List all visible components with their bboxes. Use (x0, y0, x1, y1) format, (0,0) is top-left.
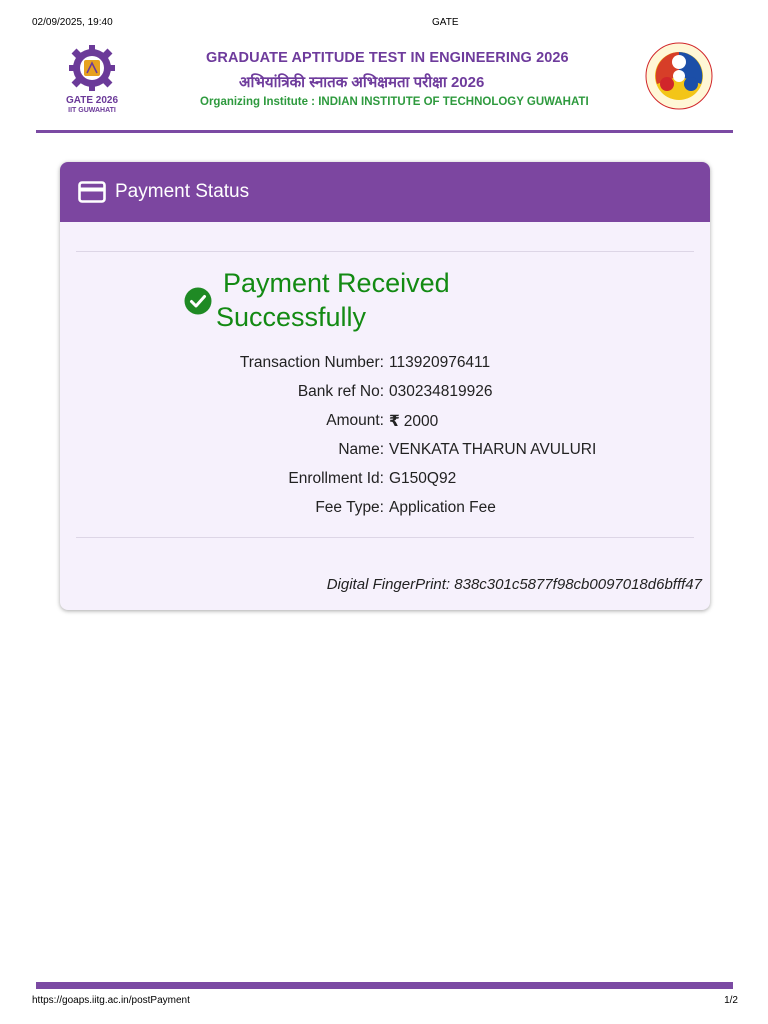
check-circle-icon (184, 287, 212, 315)
divider (76, 537, 694, 538)
rupee-icon: ₹ (389, 413, 400, 430)
detail-value: VENKATA THARUN AVULURI (389, 441, 597, 458)
payment-details: Transaction Number: 113920976411 Bank re… (60, 354, 710, 528)
footer-bar (36, 982, 733, 989)
page-title: GRADUATE APTITUDE TEST IN ENGINEERING 20… (206, 50, 569, 66)
detail-value: G150Q92 (389, 470, 457, 487)
detail-label: Name: (338, 441, 384, 458)
page-header: GATE 2026 IIT GUWAHATI GRADUATE APTITUDE… (36, 38, 733, 133)
gate-logo-text: GATE 2026 (66, 95, 118, 106)
detail-label: Transaction Number: (239, 354, 384, 371)
page-number: 1/2 (724, 995, 738, 1006)
detail-value-amount: ₹2000 (389, 412, 438, 431)
detail-row-amount: Amount: ₹2000 (60, 412, 710, 441)
print-title: GATE (432, 17, 459, 28)
success-line-1: Payment Received (223, 268, 450, 298)
organizing-institute: Organizing Institute : INDIAN INSTITUTE … (200, 96, 589, 108)
detail-label: Fee Type: (315, 499, 384, 516)
amount-value: 2000 (403, 413, 439, 430)
detail-value: Application Fee (389, 499, 496, 516)
detail-label: Enrollment Id: (288, 470, 384, 487)
detail-value: 113920976411 (389, 354, 491, 371)
detail-value: 030234819926 (389, 383, 493, 400)
detail-label: Amount: (326, 412, 384, 429)
iit-guwahati-logo (643, 40, 715, 112)
detail-row-enrollment: Enrollment Id: G150Q92 (60, 470, 710, 499)
digital-fingerprint: Digital FingerPrint: 838c301c5877f98cb00… (326, 576, 702, 593)
print-datetime: 02/09/2025, 19:40 (32, 17, 113, 28)
divider (76, 251, 694, 252)
credit-card-icon (78, 181, 106, 203)
page-title-hindi: अभियांत्रिकी स्नातक अभिक्षमता परीक्षा 20… (239, 74, 485, 91)
detail-row-transaction: Transaction Number: 113920976411 (60, 354, 710, 383)
card-header: Payment Status (60, 162, 710, 222)
detail-row-bank-ref: Bank ref No: 030234819926 (60, 383, 710, 412)
payment-status-card: Payment Status Payment Received Successf… (60, 162, 710, 610)
gate-logo-subtext: IIT GUWAHATI (68, 107, 116, 114)
detail-row-name: Name: VENKATA THARUN AVULURI (60, 441, 710, 470)
success-line-2: Successfully (216, 302, 367, 332)
card-title: Payment Status (115, 181, 250, 202)
print-url: https://goaps.iitg.ac.in/postPayment (32, 995, 190, 1006)
detail-row-fee-type: Fee Type: Application Fee (60, 499, 710, 528)
gate-logo: GATE 2026 IIT GUWAHATI (62, 41, 122, 117)
payment-success-message: Payment Received Successfully (216, 266, 450, 334)
detail-label: Bank ref No: (297, 383, 384, 400)
